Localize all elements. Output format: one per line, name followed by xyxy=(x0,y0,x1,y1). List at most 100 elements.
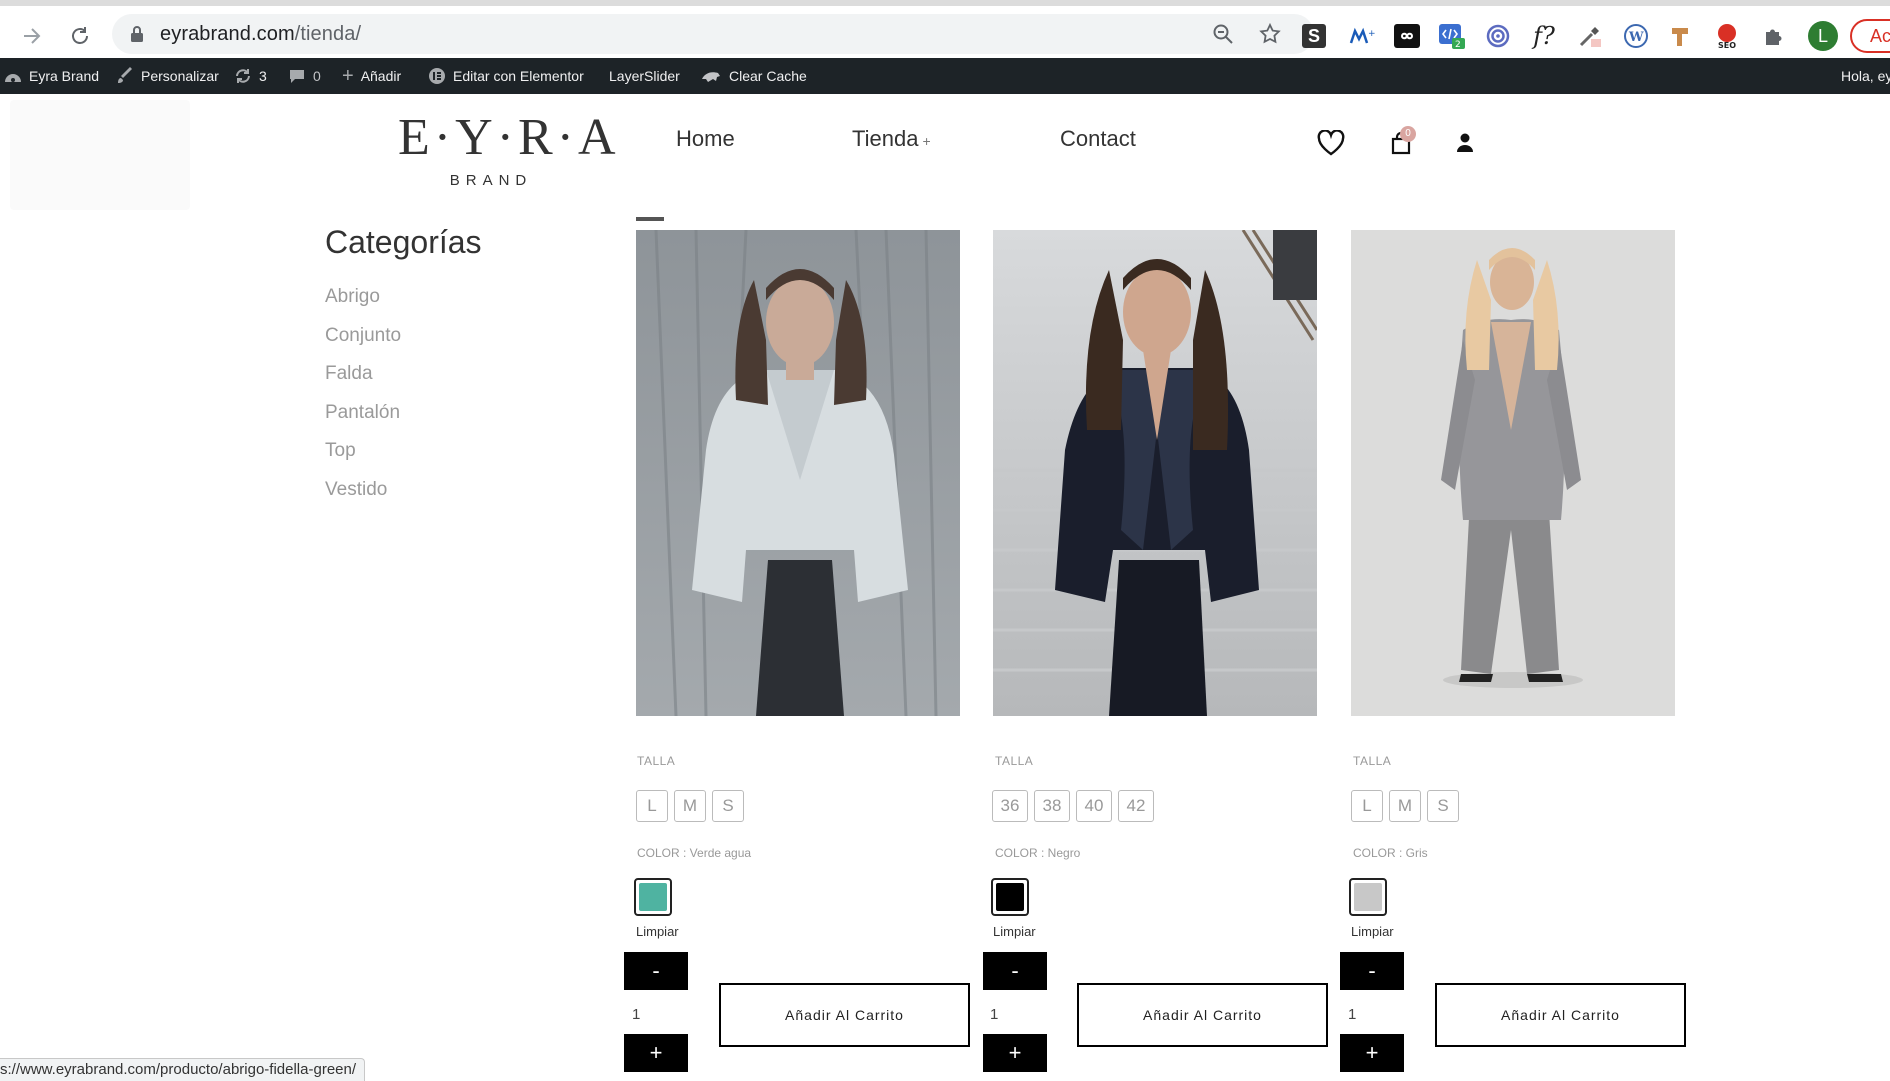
size-label: TALLA xyxy=(1353,754,1392,768)
qty-decrement-button[interactable]: - xyxy=(624,952,688,990)
nav-contact-label: Contact xyxy=(1060,126,1136,151)
grid-view-marker xyxy=(636,217,664,221)
product-card[interactable] xyxy=(1351,230,1677,716)
seo-icon[interactable]: SEO xyxy=(1714,22,1742,50)
category-conjunto[interactable]: Conjunto xyxy=(325,323,401,362)
reload-icon[interactable] xyxy=(62,18,98,54)
color-swatch-fill xyxy=(996,883,1024,911)
admin-add-new-label: Añadir xyxy=(360,68,402,84)
nav-tienda-expand-icon[interactable]: + xyxy=(922,133,930,149)
puzzle-icon[interactable] xyxy=(1760,22,1788,50)
forward-icon[interactable] xyxy=(14,18,50,54)
category-abrigo[interactable]: Abrigo xyxy=(325,284,401,323)
nav-contact[interactable]: Contact xyxy=(1060,126,1136,152)
admin-clear-cache-link[interactable]: Clear Cache xyxy=(700,58,807,94)
eyedropper-icon[interactable] xyxy=(1576,22,1604,50)
qty-increment-button[interactable]: + xyxy=(624,1034,688,1072)
size-option[interactable]: L xyxy=(1351,790,1383,822)
account-user-icon[interactable] xyxy=(1450,128,1480,158)
size-option[interactable]: M xyxy=(674,790,706,822)
admin-updates-count: 3 xyxy=(259,68,267,84)
category-vestido[interactable]: Vestido xyxy=(325,477,401,516)
color-swatch-fill xyxy=(639,883,667,911)
logo-subtitle: BRAND xyxy=(449,172,533,189)
size-option[interactable]: S xyxy=(712,790,744,822)
qty-increment-button[interactable]: + xyxy=(983,1034,1047,1072)
admin-site-label: Eyra Brand xyxy=(29,68,100,84)
plus-icon: + xyxy=(342,64,354,87)
admin-comments-link[interactable]: 0 xyxy=(288,58,321,94)
add-to-cart-button[interactable]: Añadir Al Carrito xyxy=(1077,983,1328,1047)
nav-home[interactable]: Home xyxy=(676,126,735,152)
tag-icon[interactable] xyxy=(1668,22,1696,50)
size-option[interactable]: L xyxy=(636,790,668,822)
clear-selection-link[interactable]: Limpiar xyxy=(1351,924,1394,939)
bookmark-star-icon[interactable] xyxy=(1258,22,1282,51)
wordpress-icon[interactable]: W xyxy=(1622,22,1650,50)
dashboard-icon xyxy=(5,74,21,82)
nav-tienda[interactable]: Tienda + xyxy=(852,126,931,152)
size-option[interactable]: 40 xyxy=(1076,790,1112,822)
admin-layerslider-link[interactable]: LayerSlider xyxy=(609,58,680,94)
color-swatch-fill xyxy=(1354,883,1382,911)
category-pantalon[interactable]: Pantalón xyxy=(325,400,401,439)
s-extension-icon[interactable]: S xyxy=(1302,24,1326,48)
cart-count-badge: 0 xyxy=(1400,126,1416,142)
clear-selection-link[interactable]: Limpiar xyxy=(993,924,1036,939)
admin-greeting[interactable]: Hola, ey xyxy=(1841,58,1890,94)
category-falda[interactable]: Falda xyxy=(325,361,401,400)
qty-decrement-button[interactable]: - xyxy=(983,952,1047,990)
add-to-cart-button[interactable]: Añadir Al Carrito xyxy=(1435,983,1686,1047)
code-icon[interactable]: 2 xyxy=(1438,22,1466,50)
product-image[interactable] xyxy=(1351,230,1675,716)
product-card[interactable] xyxy=(636,230,962,716)
qty-decrement-button[interactable]: - xyxy=(1340,952,1404,990)
qty-increment-button[interactable]: + xyxy=(1340,1034,1404,1072)
size-option[interactable]: 38 xyxy=(1034,790,1070,822)
browser-update-button[interactable]: Ac xyxy=(1850,19,1890,53)
size-selector: 36 38 40 42 xyxy=(992,790,1154,822)
categories-title: Categorías xyxy=(325,224,482,260)
product-image[interactable] xyxy=(993,230,1317,716)
brush-icon xyxy=(118,67,132,83)
url-text: eyrabrand.com/tienda/ xyxy=(160,23,362,45)
qty-input[interactable]: 1 xyxy=(1348,1006,1356,1023)
target-icon[interactable] xyxy=(1484,22,1512,50)
admin-customize-label: Personalizar xyxy=(141,68,219,84)
infinity-icon[interactable] xyxy=(1393,22,1421,50)
address-bar[interactable]: eyrabrand.com/tienda/ xyxy=(112,14,1314,54)
wishlist-heart-icon[interactable] xyxy=(1316,128,1346,158)
zoom-icon[interactable] xyxy=(1212,23,1234,50)
qty-input[interactable]: 1 xyxy=(632,1006,640,1023)
color-swatch[interactable] xyxy=(1349,878,1387,916)
qty-input[interactable]: 1 xyxy=(990,1006,998,1023)
size-label: TALLA xyxy=(995,754,1034,768)
category-top[interactable]: Top xyxy=(325,438,401,477)
admin-site-link[interactable]: Eyra Brand xyxy=(4,58,99,94)
lock-icon[interactable] xyxy=(130,25,144,48)
admin-add-new-link[interactable]: + Añadir xyxy=(342,58,401,94)
category-list: Abrigo Conjunto Falda Pantalón Top Vesti… xyxy=(325,284,401,515)
site-logo[interactable]: E·Y·R·A BRAND xyxy=(398,110,616,190)
movistar-icon[interactable]: + xyxy=(1348,22,1376,50)
clear-selection-link[interactable]: Limpiar xyxy=(636,924,679,939)
size-option[interactable]: 42 xyxy=(1118,790,1154,822)
add-to-cart-button[interactable]: Añadir Al Carrito xyxy=(719,983,970,1047)
admin-elementor-link[interactable]: Editar con Elementor xyxy=(428,58,584,94)
admin-customize-link[interactable]: Personalizar xyxy=(116,58,219,94)
profile-avatar[interactable]: L xyxy=(1808,21,1838,51)
size-option[interactable]: S xyxy=(1427,790,1459,822)
color-swatch[interactable] xyxy=(991,878,1029,916)
admin-elementor-label: Editar con Elementor xyxy=(453,68,584,84)
admin-clear-cache-label: Clear Cache xyxy=(729,68,807,84)
admin-updates-link[interactable]: 3 xyxy=(234,58,267,94)
product-image[interactable] xyxy=(636,230,960,716)
font-icon[interactable]: f? xyxy=(1530,22,1558,50)
size-option[interactable]: M xyxy=(1389,790,1421,822)
color-label: COLOR : Gris xyxy=(1353,846,1428,860)
color-swatch[interactable] xyxy=(634,878,672,916)
size-option[interactable]: 36 xyxy=(992,790,1028,822)
color-label: COLOR : Verde agua xyxy=(637,846,752,860)
admin-comments-count: 0 xyxy=(313,68,321,84)
product-card[interactable] xyxy=(993,230,1319,716)
